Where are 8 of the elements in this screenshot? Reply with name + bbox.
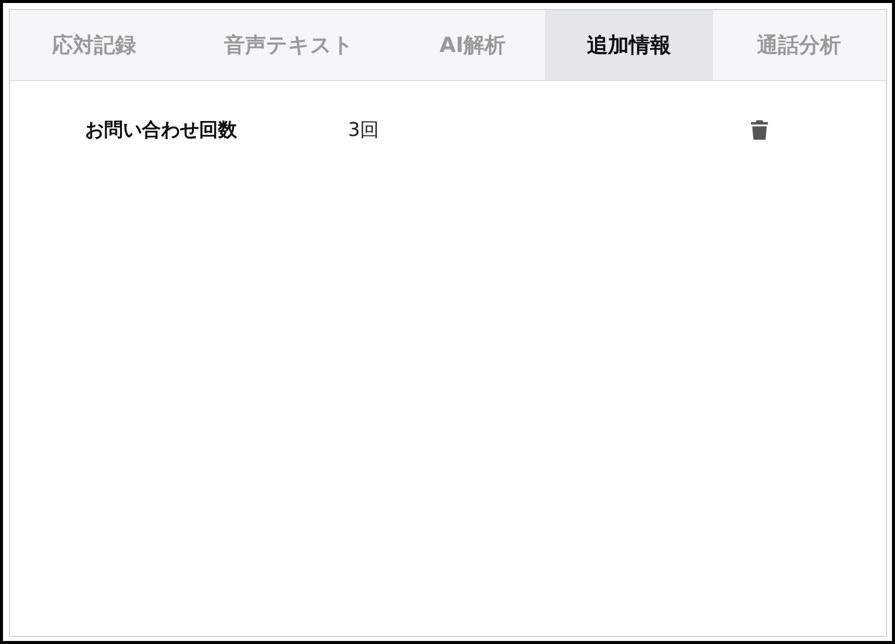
field-value: 3回 [348,118,380,143]
field-label: お問い合わせ回数 [85,118,238,143]
tab[interactable]: AI解析 [400,10,545,80]
tab[interactable]: 音声テキスト [178,10,400,80]
trash-icon[interactable] [751,120,768,140]
tab[interactable]: 通話分析 [713,10,885,80]
tab[interactable]: 応対記録 [10,10,178,80]
tab[interactable]: 追加情報 [545,10,713,80]
